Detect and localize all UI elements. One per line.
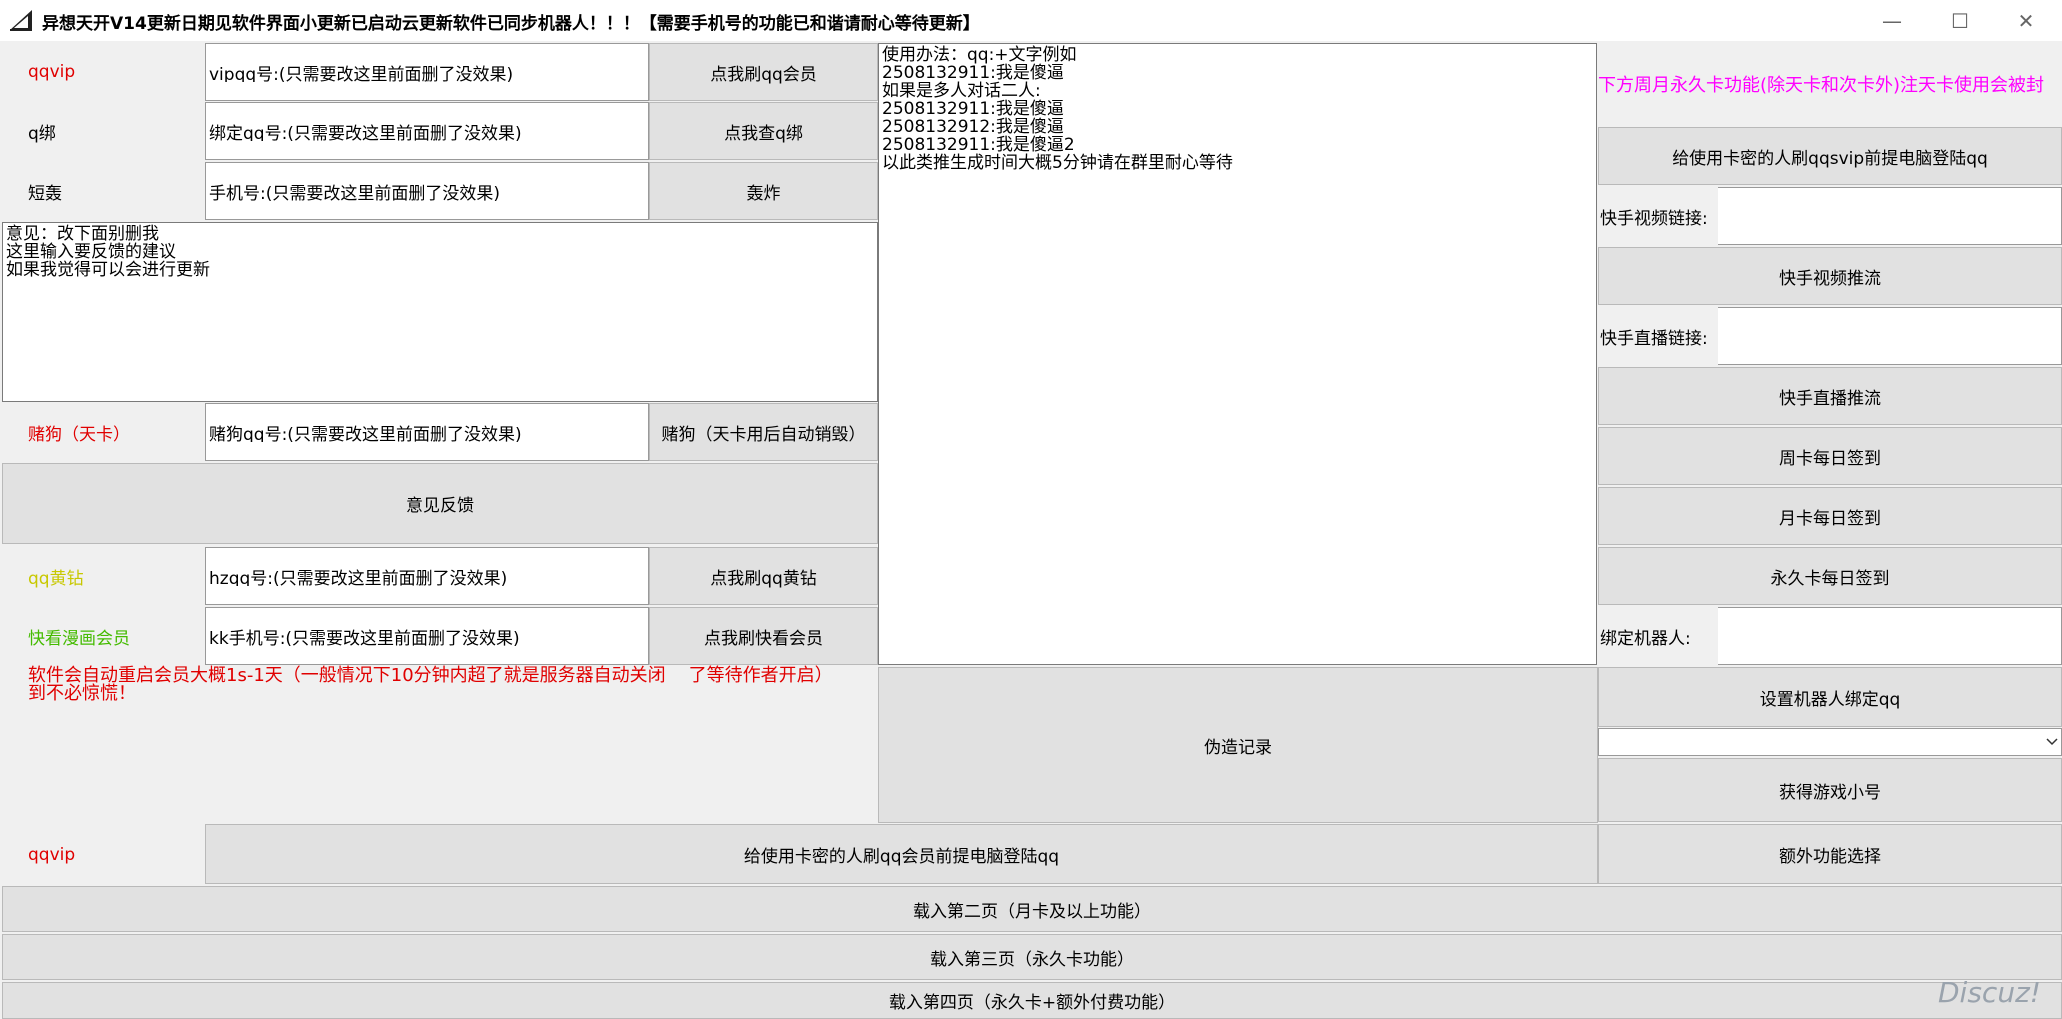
yellow-diamond-label: qq黄钻 [28,568,84,589]
qqvip-input[interactable] [205,43,649,101]
bind-robot-label: 绑定机器人: [1600,628,1691,649]
ks-video-input[interactable] [1718,187,2062,245]
qbind-input[interactable] [205,102,649,160]
sms-label: 短轰 [28,183,62,204]
yellow-diamond-input-text[interactable] [209,566,645,586]
ks-video-push-button[interactable]: 快手视频推流 [1598,247,2062,305]
bomb-button[interactable]: 轰炸 [649,162,878,220]
discuz-watermark: Discuz! [1938,976,2041,1009]
load-page2-button[interactable]: 载入第二页（月卡及以上功能） [2,886,2062,932]
refresh-qq-member-button[interactable]: 点我刷qq会员 [649,43,878,101]
kuaikan-label: 快看漫画会员 [28,628,130,649]
ks-live-label: 快手直播链接: [1600,328,1708,349]
game-account-button[interactable]: 获得游戏小号 [1598,758,2062,822]
window-title: 异想天开V14更新日期见软件界面小更新已启动云更新软件已同步机器人！！！【需要手… [42,14,980,34]
phone-input-text[interactable] [209,181,645,201]
yellow-diamond-input[interactable] [205,547,649,605]
usage-textarea[interactable]: 使用办法：qq:+文字例如 2508132911:我是傻逼 如果是多人对话二人:… [878,43,1597,665]
maximize-button[interactable]: ☐ [1928,0,1992,41]
ks-live-input-text[interactable] [1721,326,2058,346]
ks-video-input-text[interactable] [1721,206,2058,226]
load-page4-button[interactable]: 载入第四页（永久卡+额外付费功能） [2,982,2062,1019]
bind-robot-input[interactable] [1718,607,2062,665]
svip-refresh-button[interactable]: 给使用卡密的人刷qqsvip前提电脑登陆qq [1598,127,2062,185]
minimize-button[interactable]: — [1860,0,1924,41]
app-logo-icon [10,10,32,31]
feedback-textarea[interactable]: 意见：改下面别删我 这里输入要反馈的建议 如果我觉得可以会进行更新 [2,222,878,402]
feedback-button[interactable]: 意见反馈 [2,463,878,544]
monthly-signin-button[interactable]: 月卡每日签到 [1598,487,2062,545]
qbind-label: q绑 [28,123,56,144]
card-notice: 下方周月永久卡功能(除天卡和次卡外)注天卡使用会被封 [1598,74,2045,96]
gamble-button[interactable]: 赌狗（天卡用后自动销毁） [649,403,878,461]
function-combobox[interactable] [1598,728,2062,756]
kuaikan-input[interactable] [205,607,649,665]
check-qbind-button[interactable]: 点我查q绑 [649,102,878,160]
load-page3-button[interactable]: 载入第三页（永久卡功能） [2,934,2062,980]
bind-robot-input-text[interactable] [1721,626,2058,646]
chevron-down-icon[interactable] [2046,738,2058,746]
qbind-input-text[interactable] [209,121,645,141]
refresh-kuaikan-button[interactable]: 点我刷快看会员 [649,607,878,665]
close-button[interactable]: ✕ [1994,0,2058,41]
ks-video-label: 快手视频链接: [1600,208,1708,229]
qqvip2-label: qqvip [28,845,76,865]
gamble-input[interactable] [205,403,649,461]
set-robot-button[interactable]: 设置机器人绑定qq [1598,667,2062,727]
gamble-label: 赌狗（天卡） [28,424,130,445]
gamble-input-text[interactable] [209,422,645,442]
forge-record-button[interactable]: 伪造记录 [878,667,1598,823]
member-card-refresh-button[interactable]: 给使用卡密的人刷qq会员前提电脑登陆qq [205,824,1598,884]
qqvip-label: qqvip [28,62,76,82]
forever-signin-button[interactable]: 永久卡每日签到 [1598,547,2062,605]
extra-function-button[interactable]: 额外功能选择 [1598,824,2062,884]
kuaikan-input-text[interactable] [209,626,645,646]
ks-live-input[interactable] [1718,307,2062,365]
weekly-signin-button[interactable]: 周卡每日签到 [1598,427,2062,485]
phone-input[interactable] [205,162,649,220]
restart-notice: 软件会自动重启会员大概1s-1天（一般情况下10分钟内超了就是服务器自动关闭 了… [28,665,833,704]
refresh-yellow-diamond-button[interactable]: 点我刷qq黄钻 [649,547,878,605]
ks-live-push-button[interactable]: 快手直播推流 [1598,367,2062,425]
qqvip-input-text[interactable] [209,62,645,82]
